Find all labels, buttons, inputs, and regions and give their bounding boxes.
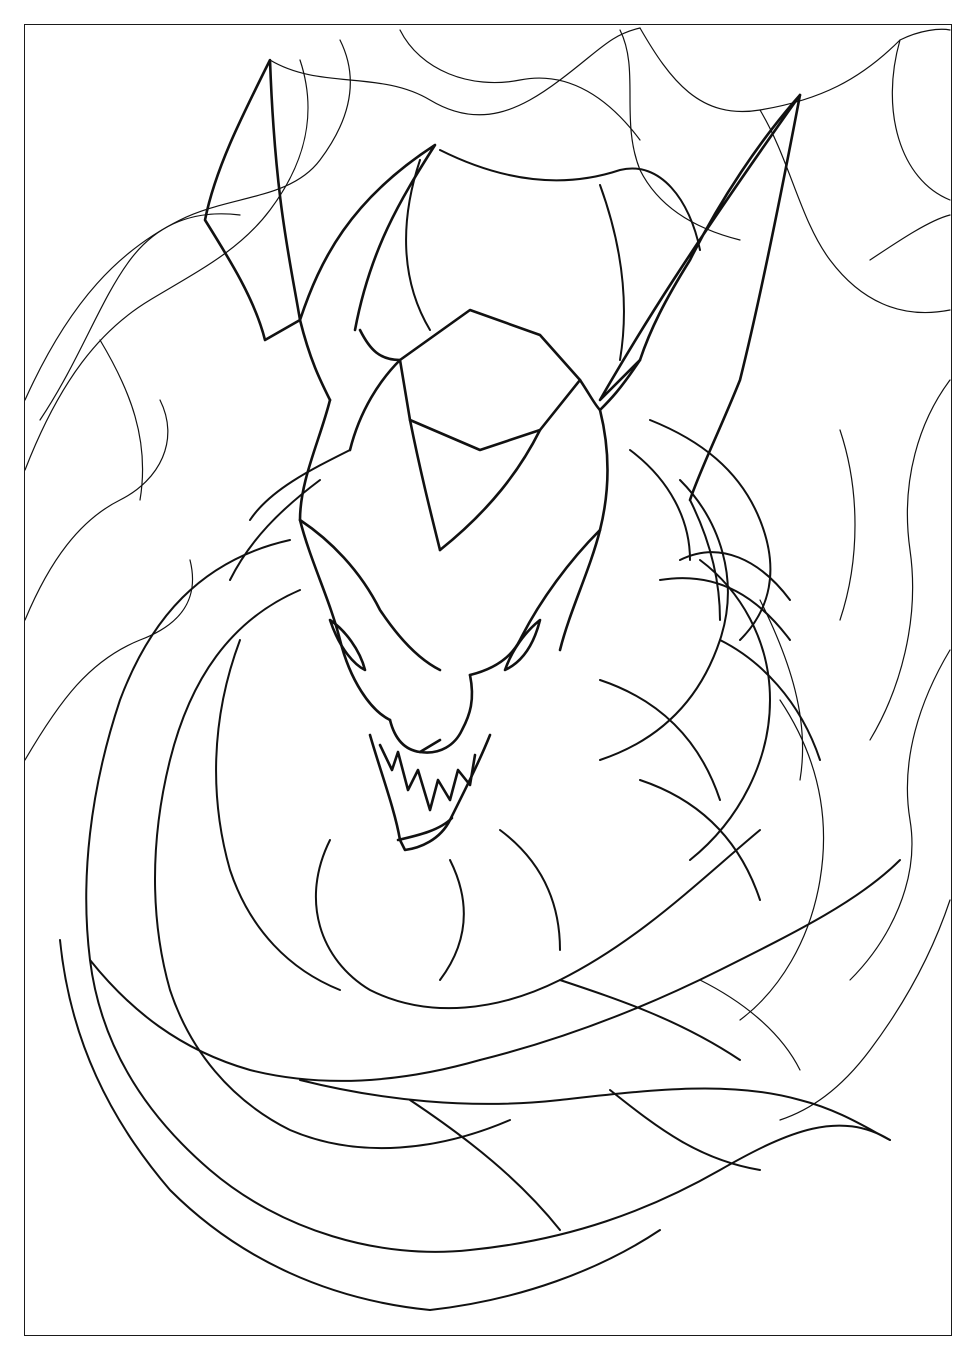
smoke-swirls [25,27,951,1121]
right-eye [503,618,542,672]
coloring-page [0,0,976,1360]
left-horn [203,58,302,342]
dragon-line-art [25,27,951,1311]
dragon-neck [229,149,772,981]
